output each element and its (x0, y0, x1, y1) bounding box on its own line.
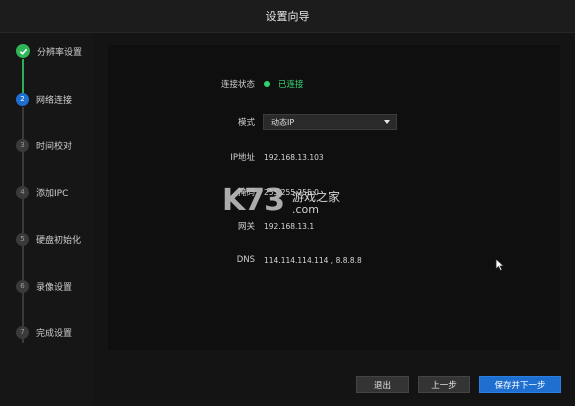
network-settings-panel: 连接状态 已连接 模式 动态IP IP地址 192.168.13.103 掩码 … (108, 45, 560, 350)
setup-wizard-window: 设置向导 分辨率设置 2 网络连接 3 时间校对 4 添加IPC 5 硬盘初始化 (0, 0, 575, 406)
step-number-badge: 7 (16, 325, 29, 339)
chevron-down-icon (384, 120, 390, 124)
mask-label: 掩码 (237, 188, 255, 198)
status-label: 连接状态 (220, 80, 255, 90)
step-label: 完成设置 (36, 328, 73, 339)
exit-button[interactable]: 退出 (356, 376, 409, 393)
prev-button[interactable]: 上一步 (418, 376, 470, 393)
step-number-badge: 6 (16, 279, 29, 293)
mask-row: 掩码 255.255.255.0 (108, 184, 560, 200)
window-titlebar: 设置向导 (0, 0, 575, 33)
mask-value[interactable]: 255.255.255.0 (264, 188, 319, 197)
step-number-badge: 5 (16, 232, 29, 246)
save-next-button[interactable]: 保存并下一步 (479, 376, 561, 393)
step-label: 分辨率设置 (37, 47, 83, 58)
step-item-add-ipc: 4 添加IPC (16, 184, 68, 200)
dns-label: DNS (236, 255, 255, 265)
step-number-badge: 2 (16, 92, 29, 106)
gateway-row: 网关 192.168.13.1 (108, 218, 560, 234)
step-number-badge: 3 (16, 138, 29, 152)
gateway-value[interactable]: 192.168.13.1 (264, 222, 314, 231)
gateway-label: 网关 (237, 222, 255, 232)
status-text: 已连接 (278, 80, 304, 90)
status-value: 已连接 (264, 78, 304, 90)
ip-value[interactable]: 192.168.13.103 (264, 153, 324, 162)
status-row: 连接状态 已连接 (108, 76, 560, 92)
step-item-resolution: 分辨率设置 (16, 43, 82, 59)
mode-row: 模式 动态IP (108, 114, 560, 130)
mode-select-value: 动态IP (271, 117, 295, 127)
mode-label: 模式 (237, 118, 255, 128)
dns-row: DNS 114.114.114.114 , 8.8.8.8 (108, 252, 560, 268)
wizard-steps-sidebar: 分辨率设置 2 网络连接 3 时间校对 4 添加IPC 5 硬盘初始化 6 录像… (0, 33, 93, 406)
mode-select[interactable]: 动态IP (263, 114, 397, 130)
step-item-network: 2 网络连接 (16, 91, 72, 107)
step-item-disk-init: 5 硬盘初始化 (16, 231, 81, 247)
step-label: 录像设置 (36, 282, 73, 293)
ip-row: IP地址 192.168.13.103 (108, 149, 560, 165)
dns-value[interactable]: 114.114.114.114 , 8.8.8.8 (264, 256, 362, 265)
step-number-badge: 4 (16, 185, 29, 199)
window-title: 设置向导 (265, 10, 310, 23)
check-icon (16, 44, 30, 58)
step-label: 时间校对 (36, 141, 73, 152)
status-dot-icon (264, 81, 270, 87)
step-label: 网络连接 (36, 95, 73, 106)
ip-label: IP地址 (230, 153, 255, 163)
step-item-time: 3 时间校对 (16, 137, 72, 153)
step-label: 硬盘初始化 (36, 235, 82, 246)
step-item-record: 6 录像设置 (16, 278, 72, 294)
step-item-finish: 7 完成设置 (16, 324, 72, 340)
step-label: 添加IPC (36, 188, 69, 199)
mouse-pointer-icon (495, 258, 505, 272)
